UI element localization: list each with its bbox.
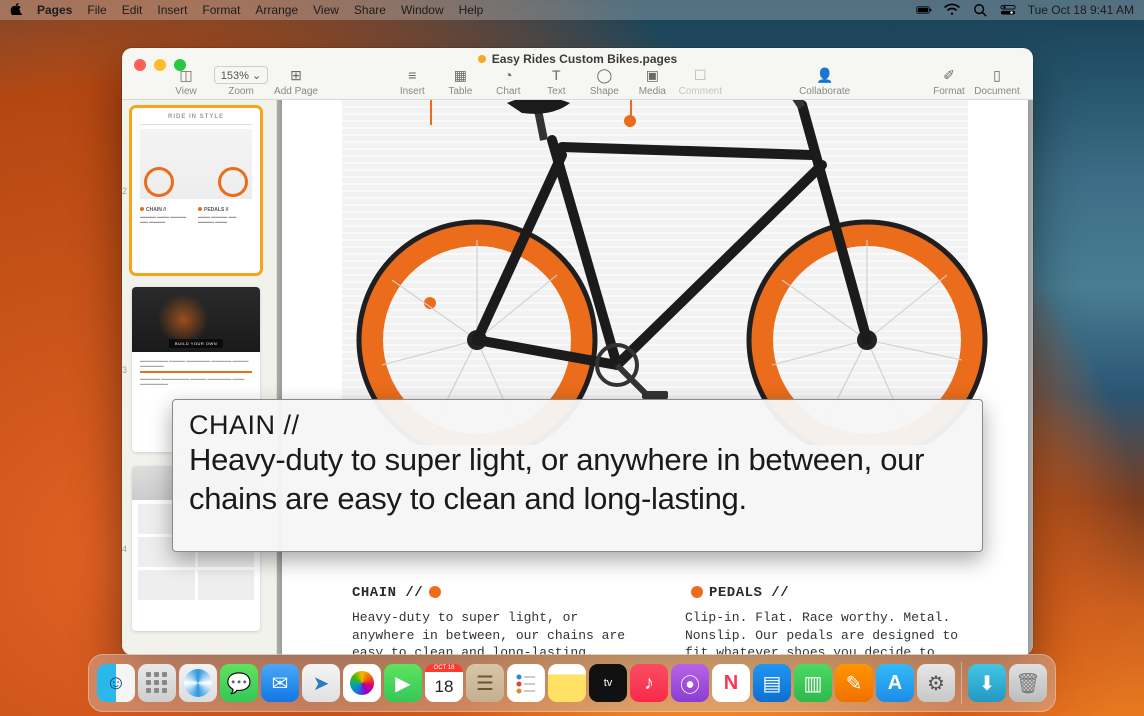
dock-numbers[interactable]: ▥	[794, 664, 832, 702]
hover-text-body: Heavy-duty to super light, or anywhere i…	[189, 441, 966, 519]
brush-icon: ✐	[943, 66, 955, 84]
dock-pages[interactable]: ✎	[835, 664, 873, 702]
dock-news[interactable]: N	[712, 664, 750, 702]
dock-facetime[interactable]: ▶	[384, 664, 422, 702]
toolbar-zoom[interactable]: 153% ⌄Zoom	[210, 66, 272, 97]
toolbar-add-page[interactable]: ⊞Add Page	[272, 66, 320, 97]
dock-music[interactable]: ♪	[630, 664, 668, 702]
hover-text-title: CHAIN //	[189, 410, 966, 441]
section-chain[interactable]: CHAIN // Heavy-duty to super light, or a…	[352, 585, 635, 655]
toolbar-chart[interactable]: ◔Chart	[484, 66, 532, 97]
document-modified-icon	[478, 55, 486, 63]
toolbar-format[interactable]: ✐Format	[925, 66, 973, 97]
calendar-day-label: 18	[435, 677, 454, 697]
spotlight-icon[interactable]	[972, 3, 988, 17]
dock-notes[interactable]	[548, 664, 586, 702]
thumb-number: 4	[122, 544, 127, 554]
table-icon: ▦	[454, 66, 467, 84]
dock-downloads[interactable]: ⬇	[968, 664, 1006, 702]
window-title: Easy Rides Custom Bikes.pages	[492, 52, 677, 66]
dock-mail[interactable]: ✉	[261, 664, 299, 702]
zoom-value: 153% ⌄	[214, 66, 268, 84]
section-title: PEDALS //	[709, 585, 789, 601]
bullet-icon	[429, 586, 441, 598]
titlebar: Easy Rides Custom Bikes.pages ◫View 153%…	[122, 48, 1033, 100]
page-thumbnail-2[interactable]: RIDE IN STYLE CHAIN //▬▬▬▬ ▬▬▬ ▬▬▬▬ ▬▬ ▬…	[132, 108, 260, 273]
text-icon: T	[552, 66, 561, 84]
toolbar-insert[interactable]: ≡Insert	[388, 66, 436, 97]
battery-icon[interactable]	[916, 3, 932, 17]
shape-icon: ◯	[596, 66, 612, 84]
dock-settings[interactable]: ⚙	[917, 664, 955, 702]
menu-file[interactable]: File	[87, 3, 106, 17]
toolbar-shape[interactable]: ◯Shape	[580, 66, 628, 97]
dock-tv[interactable]: tv	[589, 664, 627, 702]
thumb-number: 2	[122, 186, 127, 196]
chart-icon: ◔	[504, 66, 512, 84]
dock-trash[interactable]: 🗑	[1009, 664, 1047, 702]
menu-format[interactable]: Format	[202, 3, 240, 17]
dock-appstore[interactable]: A	[876, 664, 914, 702]
bike-image[interactable]	[342, 100, 968, 445]
collaborate-icon: 👤	[816, 66, 833, 84]
dock-podcasts[interactable]: ⦿	[671, 664, 709, 702]
toolbar-text[interactable]: TText	[532, 66, 580, 97]
thumb-banner: BUILD YOUR OWN	[169, 339, 223, 348]
menu-share[interactable]: Share	[354, 3, 386, 17]
plus-icon: ⊞	[290, 66, 302, 84]
apple-menu[interactable]	[10, 3, 22, 18]
menu-edit[interactable]: Edit	[122, 3, 143, 17]
insert-icon: ≡	[408, 66, 416, 84]
document-page[interactable]: CHAIN // Heavy-duty to super light, or a…	[282, 100, 1028, 655]
bicycle-illustration	[312, 100, 1032, 445]
thumb-title: RIDE IN STYLE	[140, 108, 252, 125]
dock-safari[interactable]	[179, 664, 217, 702]
page-thumbnails-sidebar[interactable]: 2 RIDE IN STYLE CHAIN //▬▬▬▬ ▬▬▬ ▬▬▬▬ ▬▬…	[122, 100, 277, 655]
control-center-icon[interactable]	[1000, 3, 1016, 17]
comment-icon: ☐	[694, 66, 707, 84]
toolbar-table[interactable]: ▦Table	[436, 66, 484, 97]
section-pedals[interactable]: PEDALS // Clip-in. Flat. Race worthy. Me…	[685, 585, 968, 655]
thumb-number: 3	[122, 365, 127, 375]
section-body[interactable]: Heavy-duty to super light, or anywhere i…	[352, 609, 635, 655]
dock: ☺ 💬 ✉ ➤ ▶ OCT 1818 ☰ tv ♪ ⦿ N ▤ ▥ ✎ A ⚙ …	[88, 654, 1056, 712]
dock-calendar[interactable]: OCT 18 18	[425, 664, 463, 702]
bullet-icon	[691, 586, 703, 598]
section-title: CHAIN //	[352, 585, 423, 601]
dock-contacts[interactable]: ☰	[466, 664, 504, 702]
dock-separator	[961, 662, 962, 704]
dock-finder[interactable]: ☺	[97, 664, 135, 702]
toolbar-document[interactable]: ▯Document	[973, 66, 1021, 97]
menu-window[interactable]: Window	[401, 3, 444, 17]
menu-help[interactable]: Help	[459, 3, 484, 17]
toolbar-media[interactable]: ▣Media	[628, 66, 676, 97]
menu-view[interactable]: View	[313, 3, 339, 17]
menubar-clock[interactable]: Tue Oct 18 9:41 AM	[1028, 3, 1134, 17]
dock-reminders[interactable]	[507, 664, 545, 702]
dock-messages[interactable]: 💬	[220, 664, 258, 702]
pages-window: Easy Rides Custom Bikes.pages ◫View 153%…	[122, 48, 1033, 655]
document-canvas[interactable]: CHAIN // Heavy-duty to super light, or a…	[277, 100, 1033, 655]
document-icon: ▯	[993, 66, 1001, 84]
menu-insert[interactable]: Insert	[157, 3, 187, 17]
wifi-icon[interactable]	[944, 3, 960, 17]
toolbar-collaborate[interactable]: 👤Collaborate	[793, 66, 857, 97]
section-body[interactable]: Clip-in. Flat. Race worthy. Metal. Nonsl…	[685, 609, 968, 655]
dock-keynote[interactable]: ▤	[753, 664, 791, 702]
hover-text-overlay: CHAIN // Heavy-duty to super light, or a…	[172, 399, 983, 552]
media-icon: ▣	[646, 66, 659, 84]
menubar: Pages File Edit Insert Format Arrange Vi…	[0, 0, 1144, 20]
dock-photos[interactable]	[343, 664, 381, 702]
menu-arrange[interactable]: Arrange	[255, 3, 298, 17]
calendar-month-label: OCT 18	[425, 664, 463, 672]
toolbar-comment: ☐Comment	[676, 66, 724, 97]
menu-app-name[interactable]: Pages	[37, 3, 72, 17]
dock-launchpad[interactable]	[138, 664, 176, 702]
dock-maps[interactable]: ➤	[302, 664, 340, 702]
toolbar-view[interactable]: ◫View	[162, 66, 210, 97]
sidebar-icon: ◫	[179, 66, 192, 84]
